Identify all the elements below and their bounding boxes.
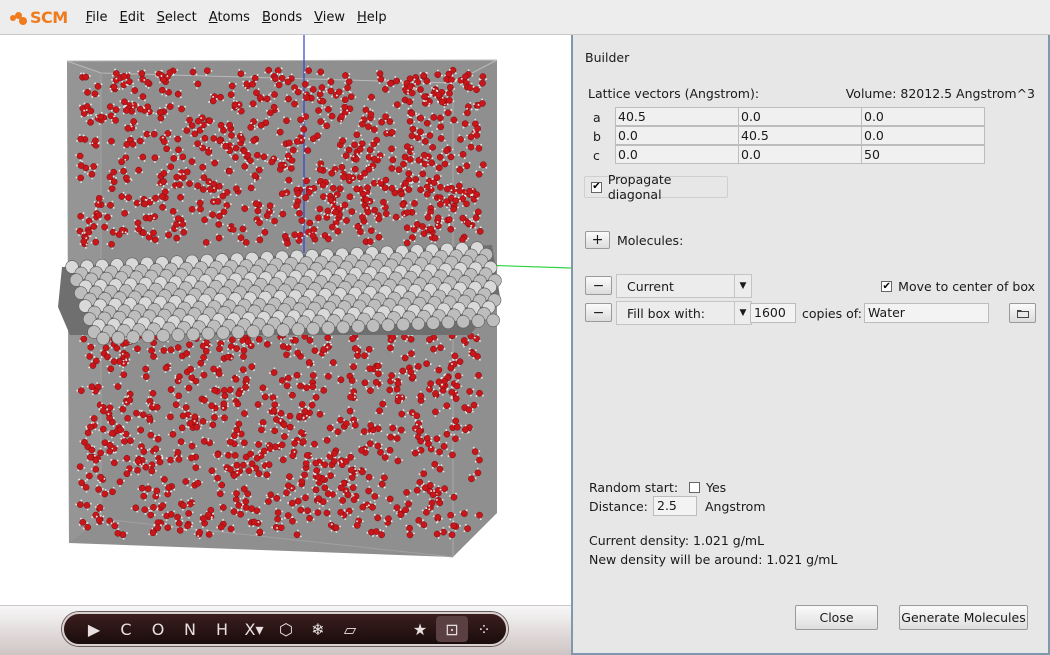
other-element-icon[interactable]: X▾: [238, 616, 270, 642]
menu-select[interactable]: Select: [151, 10, 203, 25]
remove-row-button[interactable]: −: [585, 303, 612, 322]
volume-label: Volume: 82012.5 Angstrom^3: [845, 86, 1035, 101]
molecule-viewer[interactable]: ▶ C O N H X▾ ⬡ ❄ ▱ ★ ⊡ ⁘: [0, 35, 571, 655]
remove-row-button[interactable]: −: [585, 276, 612, 295]
checkbox-checked-icon[interactable]: ✔: [591, 181, 602, 193]
menu-edit[interactable]: Edit: [113, 10, 150, 25]
lattice-cell[interactable]: 40.5: [738, 126, 862, 145]
lattice-cell[interactable]: 0.0: [615, 126, 739, 145]
more-tools-icon[interactable]: ⁘: [468, 616, 500, 642]
chevron-down-icon[interactable]: ▼: [734, 302, 751, 324]
lattice-cell[interactable]: 0.0: [738, 107, 862, 126]
nitrogen-atom-icon[interactable]: N: [174, 616, 206, 642]
current-density-text: Current density: 1.021 g/mL: [589, 533, 765, 548]
select-value: Current: [627, 278, 674, 294]
move-to-center-checkbox[interactable]: ✔ Move to center of box: [881, 279, 1035, 294]
oxygen-atom-icon[interactable]: O: [142, 616, 174, 642]
generate-molecules-button[interactable]: Generate Molecules: [899, 605, 1028, 630]
scm-logo-icon: [10, 10, 28, 25]
slab-icon[interactable]: ▱: [334, 616, 366, 642]
random-start-checkbox[interactable]: Yes: [689, 480, 726, 495]
lattice-row-label: b: [593, 129, 601, 144]
lattice-cell[interactable]: 0.0: [861, 107, 985, 126]
logo-text: SCM: [30, 7, 68, 27]
lattice-cell[interactable]: 40.5: [615, 107, 739, 126]
lattice-cell[interactable]: 0.0: [738, 145, 862, 164]
copies-input[interactable]: 1600: [750, 303, 796, 323]
lattice-cell[interactable]: 0.0: [861, 126, 985, 145]
pointer-select-icon[interactable]: ▶: [78, 616, 110, 642]
menu-atoms[interactable]: Atoms: [203, 10, 256, 25]
menu-view[interactable]: View: [308, 10, 351, 25]
scm-logo: SCM: [10, 8, 68, 27]
molecules-label: Molecules:: [617, 233, 684, 248]
distance-unit-label: Angstrom: [705, 499, 766, 514]
checkbox-unchecked-icon[interactable]: [689, 482, 700, 493]
lattice-cell[interactable]: 50: [861, 145, 985, 164]
lattice-cell[interactable]: 0.0: [615, 145, 739, 164]
molecule-name-input[interactable]: Water: [864, 303, 989, 323]
lattice-row-label: a: [593, 110, 601, 125]
builder-box-icon[interactable]: ⊡: [436, 616, 468, 642]
distance-input[interactable]: 2.5: [653, 496, 697, 516]
chevron-down-icon[interactable]: ▼: [734, 275, 751, 297]
random-start-label: Random start:: [589, 480, 679, 495]
panel-title: Builder: [585, 50, 630, 65]
copies-of-label: copies of:: [802, 306, 862, 321]
lattice-table: a 40.5 0.0 0.0 b 0.0 40.5 0.0 c 0.0 0.0 …: [588, 107, 985, 165]
menu-file[interactable]: File: [80, 10, 114, 25]
lattice-row-label: c: [593, 148, 600, 163]
hydrogen-atom-icon[interactable]: H: [206, 616, 238, 642]
lattice-vectors-label: Lattice vectors (Angstrom):: [588, 86, 760, 101]
atom-toolbar: ▶ C O N H X▾ ⬡ ❄ ▱ ★ ⊡ ⁘: [62, 612, 508, 646]
builder-panel: Builder Lattice vectors (Angstrom): Volu…: [571, 35, 1050, 655]
move-to-center-label: Move to center of box: [898, 279, 1035, 294]
menubar: SCM File Edit Select Atoms Bonds View He…: [0, 0, 1050, 35]
lattice-row-b: b 0.0 40.5 0.0: [588, 126, 985, 146]
propagate-diagonal-label: Propagate diagonal: [607, 172, 672, 202]
select-value: Fill box with:: [627, 305, 705, 321]
close-button[interactable]: Close: [795, 605, 878, 630]
lattice-row-a: a 40.5 0.0 0.0: [588, 107, 985, 127]
carbon-atom-icon[interactable]: C: [110, 616, 142, 642]
open-folder-button[interactable]: [1009, 303, 1036, 323]
checkbox-checked-icon[interactable]: ✔: [881, 281, 893, 292]
new-density-text: New density will be around: 1.021 g/mL: [589, 552, 838, 567]
distance-label: Distance:: [589, 499, 648, 514]
lattice-row-c: c 0.0 0.0 50: [588, 145, 985, 165]
menu-help[interactable]: Help: [351, 10, 393, 25]
random-yes-label: Yes: [706, 480, 727, 495]
crystal-icon[interactable]: ❄: [302, 616, 334, 642]
favorites-star-icon[interactable]: ★: [404, 616, 436, 642]
folder-icon: [1016, 309, 1029, 318]
menu-bonds[interactable]: Bonds: [256, 10, 308, 25]
molecule-source-select[interactable]: Current ▼: [616, 274, 752, 298]
propagate-diagonal-checkbox[interactable]: ✔ Propagate diagonal: [584, 172, 728, 202]
add-molecule-button[interactable]: +: [585, 231, 610, 249]
molecule-scene[interactable]: [0, 35, 571, 605]
ring-icon[interactable]: ⬡: [270, 616, 302, 642]
fill-mode-select[interactable]: Fill box with: ▼: [616, 301, 752, 325]
